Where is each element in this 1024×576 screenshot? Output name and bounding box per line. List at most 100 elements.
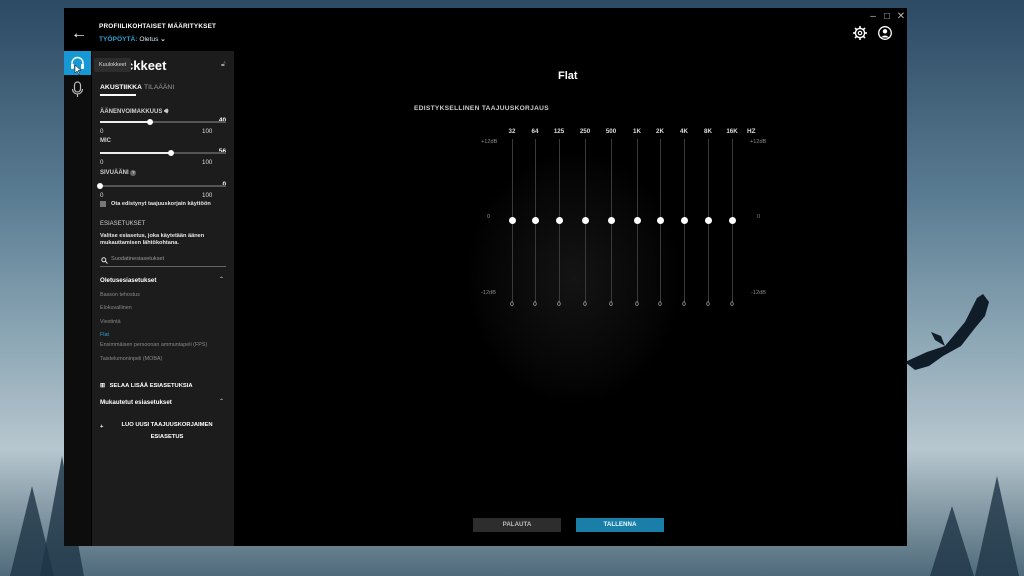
eq-band-knob[interactable] [582,217,589,224]
scale-top-left: +12dB [481,139,498,145]
help-icon[interactable]: ? [130,170,137,176]
eq-band-freq-label: 500 [605,128,617,135]
mic-max: 100 [202,159,213,166]
preset-item[interactable]: Viestintä [100,319,121,326]
scale-mid-right: 0 [757,214,761,220]
headset-ghost-image [464,148,684,408]
profile-selector[interactable]: TYÖPÖYTÄ: Oletus ⌄ [99,35,166,43]
search-placeholder: Suodatinesiasetukset [111,256,165,262]
mouse-cursor-icon [74,65,82,75]
eq-band-freq-label: 8K [704,128,712,135]
advanced-eq-checkbox-label: Ota edistynyt taajuuskorjain käyttöön [111,201,211,207]
preset-search-input[interactable]: Suodatinesiasetukset [100,255,226,267]
eq-band-freq-label: 250 [579,128,591,135]
eq-band-freq-label: 4K [680,128,688,135]
eq-band-gain-value: 0 [583,301,587,308]
plus-icon: + [100,424,104,430]
eq-band-gain-value: 0 [730,301,734,308]
advanced-eq-checkbox[interactable] [100,201,106,207]
eq-band-knob[interactable] [532,217,539,224]
presets-heading: ESIASETUKSET [100,221,146,227]
eq-band-freq-label: 64 [531,128,539,135]
create-eq-preset-button[interactable]: + LUO UUSI TAAJUUSKORJAIMEN ESIASETUS [100,419,230,443]
preset-item[interactable]: Basson tehostus [100,292,140,299]
mic-slider[interactable] [100,149,226,156]
volume-slider-knob[interactable] [147,118,154,125]
sidetone-slider[interactable] [97,182,226,189]
eq-band-knob[interactable] [681,217,688,224]
eq-band-knob[interactable] [634,217,641,224]
back-arrow-icon[interactable]: ← [71,25,87,43]
tab-surround[interactable]: TILAÄÄNI [144,84,174,91]
mic-min: 0 [100,159,104,166]
presets-description: Valitse esiasetus, joka käytetään äänen … [100,233,205,246]
eq-band-freq-label: 2K [656,128,664,135]
microphone-icon [71,81,84,97]
search-icon [101,257,108,264]
default-presets-heading[interactable]: Oletusesiasetukset [100,277,156,284]
preset-item[interactable]: Elokuvallinen [100,305,132,312]
maximize-button[interactable]: □ [880,11,894,22]
profile-value: Oletus [139,36,159,43]
eq-band-gain-value: 0 [706,301,710,308]
eq-band-gain-value: 0 [557,301,561,308]
eq-band-freq-label: 1K [633,128,641,135]
grid-icon: ⊞ [100,383,106,389]
custom-presets-heading[interactable]: Mukautetut esiasetukset [100,399,172,406]
headset-tooltip: Kuulokkeet [94,58,132,72]
profile-settings-title: PROFIILIKOHTAISET MÄÄRITYKSET [99,23,217,30]
eq-band-gain-value: 0 [658,301,662,308]
eq-band-knob[interactable] [657,217,664,224]
chevron-down-icon: ⌄ [160,36,166,43]
volume-label: ÄÄNENVOIMAKKUUS 🔊︎ [100,108,169,115]
speaker-icon: 🔊︎ [164,108,169,115]
eagle-silhouette [905,294,989,370]
preset-item-active[interactable]: Flat [100,332,109,339]
eq-band-freq-label: 32 [508,128,516,135]
eq-band-gain-value: 0 [510,301,514,308]
save-button[interactable]: TALLENNA [576,518,664,532]
microphone-tab[interactable] [64,77,91,101]
eq-band-gain-value: 0 [533,301,537,308]
eq-band-knob[interactable] [556,217,563,224]
scale-bottom-left: -12dB [481,290,496,296]
user-account-icon[interactable] [877,25,893,41]
sidetone-min: 0 [100,192,104,199]
advanced-eq-heading: EDISTYKSELLINEN TAAJUUSKORJAUS [414,105,549,112]
preset-item[interactable]: Taistelumoninpeli (MOBA) [100,356,210,363]
scale-bottom-right: -12dB [751,290,766,296]
volume-max: 100 [202,128,213,135]
eq-band-knob[interactable] [608,217,615,224]
tab-acoustics[interactable]: AKUSTIIKKA [100,84,142,91]
volume-slider[interactable] [100,118,226,125]
eq-band-gain-value: 0 [635,301,639,308]
eq-band-knob[interactable] [509,217,516,224]
profile-label: TYÖPÖYTÄ: [99,36,138,43]
chevron-up-icon[interactable]: ⌃ [219,398,224,405]
sidetone-max: 100 [202,192,213,199]
eq-band-gain-value: 0 [682,301,686,308]
eq-preset-title: Flat [558,70,578,82]
scale-mid-left: 0 [487,214,491,220]
chevron-up-icon[interactable]: ⌃ [219,276,224,283]
sidetone-slider-knob[interactable] [97,182,103,189]
mic-slider-knob[interactable] [167,149,174,156]
eq-band-gain-value: 0 [609,301,613,308]
scale-top-right: +12dB [750,139,767,145]
active-tab-indicator [100,94,136,96]
lock-icon[interactable]: 🔓︎ [221,61,226,69]
preset-item[interactable]: Ensimmäisen persoonan ammuntapeli (FPS) [100,342,210,349]
hz-unit-label: HZ [747,128,756,135]
close-button[interactable]: ✕ [894,11,907,22]
reset-button[interactable]: PALAUTA [473,518,561,532]
eq-band-knob[interactable] [729,217,736,224]
sidetone-label: SIVUÄÄNI ? [100,170,137,176]
browse-more-presets-button[interactable]: ⊞ SELAA LISÄÄ ESIASETUKSIA [100,382,193,389]
eq-band-knob[interactable] [705,217,712,224]
panel-title: ckkeet [126,58,167,73]
gear-icon[interactable] [852,25,868,41]
device-icon-rail [64,51,91,546]
volume-min: 0 [100,128,104,135]
eq-band-freq-label: 125 [553,128,565,135]
minimize-button[interactable]: – [866,11,880,22]
